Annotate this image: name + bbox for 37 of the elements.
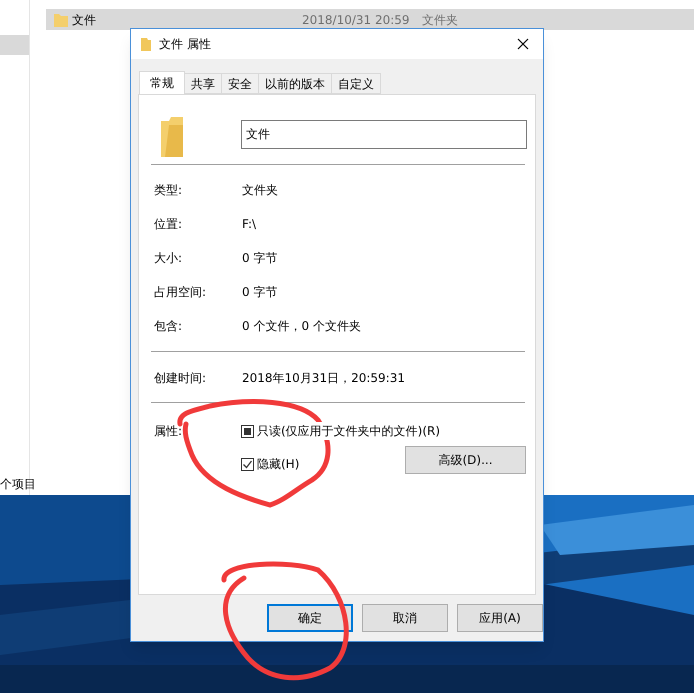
- checkbox-label: 隐藏(H): [257, 455, 300, 473]
- status-text: 个项目: [0, 476, 36, 493]
- advanced-button[interactable]: 高级(D)...: [405, 446, 526, 474]
- checkbox-label: 只读(仅应用于文件夹中的文件)(R): [257, 422, 440, 440]
- field-value: 2018年10月31日，20:59:31: [242, 370, 405, 387]
- window-title: 文件 属性: [159, 36, 211, 53]
- tab[interactable]: 以前的版本: [258, 73, 332, 94]
- checkbox[interactable]: [241, 458, 254, 470]
- field-label: 属性:: [154, 423, 182, 440]
- field-value: 0 个文件，0 个文件夹: [242, 318, 361, 335]
- close-icon: [517, 38, 529, 50]
- tab[interactable]: 安全: [221, 73, 259, 94]
- tab[interactable]: 共享: [184, 73, 222, 94]
- tab[interactable]: 自定义: [331, 73, 381, 94]
- tab[interactable]: 常规: [139, 71, 185, 95]
- file-date: 2018/10/31 20:59: [302, 12, 411, 28]
- checkbox[interactable]: [241, 424, 254, 438]
- field-label: 大小:: [154, 250, 184, 267]
- dialog-button[interactable]: 确定: [267, 604, 353, 632]
- folder-icon: [54, 12, 68, 26]
- dialog-button[interactable]: 取消: [362, 604, 448, 632]
- field-label: 类型:: [154, 182, 184, 199]
- field-label: 创建时间:: [154, 370, 208, 387]
- folder-icon: [141, 37, 151, 51]
- field-value: 0 字节: [242, 284, 278, 301]
- name-field[interactable]: 文件: [241, 120, 527, 149]
- field-value: F:\: [242, 216, 256, 233]
- field-value: 0 字节: [242, 250, 278, 267]
- field-label: 位置:: [154, 216, 184, 233]
- field-value: 文件夹: [242, 182, 278, 199]
- dialog-button[interactable]: 应用(A): [457, 604, 543, 632]
- folder-icon: [161, 117, 183, 157]
- field-label: 占用空间:: [154, 284, 208, 301]
- field-label: 包含:: [154, 318, 184, 335]
- file-type: 文件夹: [422, 12, 458, 28]
- file-row[interactable]: 文件 2018/10/31 20:59 文件夹: [46, 9, 694, 30]
- file-name: 文件: [72, 12, 97, 28]
